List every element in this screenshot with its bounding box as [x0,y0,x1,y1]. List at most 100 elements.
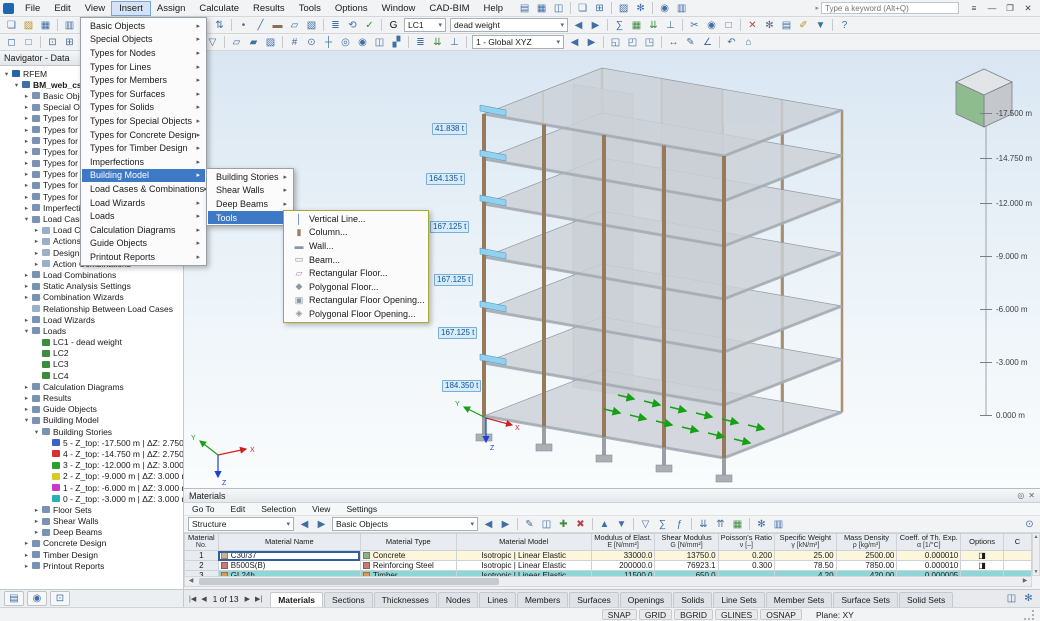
menu-item-load-wizards[interactable]: Load Wizards▸ [82,196,205,210]
table-tab-openings[interactable]: Openings [620,592,672,607]
load-case-select[interactable]: LC1▾ [404,18,446,32]
cell-model[interactable]: Isotropic | Linear Elastic [456,561,591,571]
edit-row-icon[interactable]: ✎ [521,517,538,532]
menu-item-printout-reports[interactable]: Printout Reports▸ [82,250,205,264]
tree-item-4-z-top-14-750-m-z-2-750-m[interactable]: 4 - Z_top: -14.750 m | ΔZ: 2.750 m [0,448,183,459]
clipping-plane-icon[interactable]: ▞ [388,35,405,50]
pager-next-button[interactable]: ▶ [243,595,252,603]
measure-icon[interactable]: ∠ [699,35,716,50]
guidelines-icon[interactable]: ┼ [320,35,337,50]
tree-expander-icon[interactable]: ▸ [22,114,31,122]
print-graphic-icon[interactable]: ▥ [673,1,690,16]
menu-item-beam[interactable]: ▭Beam... [285,253,427,267]
menu-item-types-for-lines[interactable]: Types for Lines▸ [82,60,205,74]
show-loads-icon[interactable]: ⇊ [645,18,662,33]
tree-expander-icon[interactable]: ▸ [22,181,31,189]
excel-export-icon[interactable]: ▦ [729,517,746,532]
menu-item-types-for-concrete-design[interactable]: Types for Concrete Design▸ [82,128,205,142]
member-icon[interactable]: ▬ [269,18,286,33]
window-minimize-button[interactable]: — [983,1,1001,15]
materials-menu-selection[interactable]: Selection [253,504,304,514]
solid-display-icon[interactable]: ▰ [245,35,262,50]
scrollbar-thumb[interactable] [199,578,499,585]
menu-item-polygonal-floor-opening[interactable]: ◈Polygonal Floor Opening... [285,307,427,321]
tree-expander-icon[interactable]: ▸ [22,383,31,391]
menu-item-types-for-special-objects[interactable]: Types for Special Objects▸ [82,114,205,128]
visibility-icon[interactable]: ◉ [703,18,720,33]
print-icon[interactable]: ▥ [61,18,78,33]
show-numbering-icon[interactable]: ≣ [412,35,429,50]
function-icon[interactable]: ƒ [671,517,688,532]
tree-expander-icon[interactable]: ▸ [32,237,41,245]
pager-prev-button[interactable]: ◀ [199,595,208,603]
filter-icon[interactable]: ▼ [812,18,829,33]
tree-item-2-z-top-9-000-m-z-3-000-m[interactable]: 2 - Z_top: -9.000 m | ΔZ: 3.000 m [0,471,183,482]
import-table-icon[interactable]: ⇊ [695,517,712,532]
workplane-xy-icon[interactable]: ◱ [607,35,624,50]
materials-menu-view[interactable]: View [304,504,338,514]
menu-item-tools[interactable]: Tools▸ [208,211,292,225]
tree-expander-icon[interactable]: ▸ [22,92,31,100]
cell-c[interactable] [1003,561,1031,571]
menu-item-types-for-members[interactable]: Types for Members▸ [82,73,205,87]
export-table-icon[interactable]: ⇈ [712,517,729,532]
tree-item-relationship-between-load-cases[interactable]: Relationship Between Load Cases [0,303,183,314]
tree-expander-icon[interactable]: ▾ [2,70,11,78]
tree-expander-icon[interactable]: ▸ [32,226,41,234]
cell-opt[interactable]: ◨ [961,551,1004,561]
tree-item-1-z-top-6-000-m-z-3-000-m[interactable]: 1 - Z_top: -6.000 m | ΔZ: 3.000 m [0,482,183,493]
table-tab-nodes[interactable]: Nodes [438,592,479,607]
table-options-icon[interactable]: ✻ [1020,591,1037,606]
solid-icon[interactable]: ▧ [303,18,320,33]
cell-e[interactable]: 33000.0 [591,551,655,561]
cell-opt[interactable]: ◨ [961,561,1004,571]
status-toggle-bgrid[interactable]: BGRID [674,609,713,620]
menu-item-loads[interactable]: Loads▸ [82,209,205,223]
new-window-icon[interactable]: ❏ [574,1,591,16]
tree-item-floor-sets[interactable]: ▸Floor Sets [0,504,183,515]
cell-model[interactable]: Isotropic | Linear Elastic [456,551,591,561]
tree-item-static-analysis-settings[interactable]: ▸Static Analysis Settings [0,281,183,292]
tree-item-deep-beams[interactable]: ▸Deep Beams [0,527,183,538]
manage-views-icon[interactable]: ◉ [656,1,673,16]
table-settings-icon[interactable]: ✻ [753,517,770,532]
menubar-item-assign[interactable]: Assign [150,2,193,15]
menu-item-rectangular-floor-opening[interactable]: ▣Rectangular Floor Opening... [285,294,427,308]
menu-item-imperfections[interactable]: Imperfections▸ [82,155,205,169]
tree-expander-icon[interactable]: ▸ [22,271,31,279]
menubar-item-results[interactable]: Results [246,2,292,15]
menubar-item-help[interactable]: Help [477,2,511,15]
window-close-button[interactable]: ✕ [1019,1,1037,15]
menubar-item-calculate[interactable]: Calculate [192,2,246,15]
tree-expander-icon[interactable]: ▸ [22,394,31,402]
show-results-icon[interactable]: ▦ [628,18,645,33]
keyword-search-input[interactable] [821,2,959,14]
show-supports-icon[interactable]: ⊥ [662,18,679,33]
window-maximize-button[interactable]: ❐ [1001,1,1019,15]
supports-display-icon[interactable]: ⊥ [446,35,463,50]
menu-item-calculation-diagrams[interactable]: Calculation Diagrams▸ [82,223,205,237]
print-table-icon[interactable]: ▥ [770,517,787,532]
workplane-xz-icon[interactable]: ◰ [624,35,641,50]
tree-item-load-wizards[interactable]: ▸Load Wizards [0,314,183,325]
next-category-icon[interactable]: ▶ [497,517,514,532]
table-tab-member-sets[interactable]: Member Sets [766,592,833,607]
materials-horizontal-scrollbar[interactable]: ◀ ▶ [184,576,1032,587]
snap-icon[interactable]: ⊙ [303,35,320,50]
menu-item-column[interactable]: ▮Column... [285,226,427,240]
menu-item-deep-beams[interactable]: Deep Beams▸ [208,197,292,211]
navigation-cube[interactable] [956,69,1012,127]
table-tab-members[interactable]: Members [517,592,568,607]
menu-item-basic-objects[interactable]: Basic Objects▸ [82,19,205,33]
cell-g[interactable]: 76923.1 [655,561,718,571]
tables-toggle-icon[interactable]: ▦ [533,1,550,16]
prev-load-case-icon[interactable]: ◀ [570,18,587,33]
next-table-icon[interactable]: ▶ [313,517,330,532]
panels-toggle-icon[interactable]: ◫ [550,1,567,16]
grid-icon[interactable]: # [286,35,303,50]
table-category-select[interactable]: Basic Objects▾ [332,517,478,531]
status-toggle-osnap[interactable]: OSNAP [760,609,802,620]
sum-icon[interactable]: ∑ [654,517,671,532]
materials-vertical-scrollbar[interactable]: ▲▼ [1032,533,1040,576]
materials-pin-icon[interactable]: ◎ [1017,491,1024,500]
